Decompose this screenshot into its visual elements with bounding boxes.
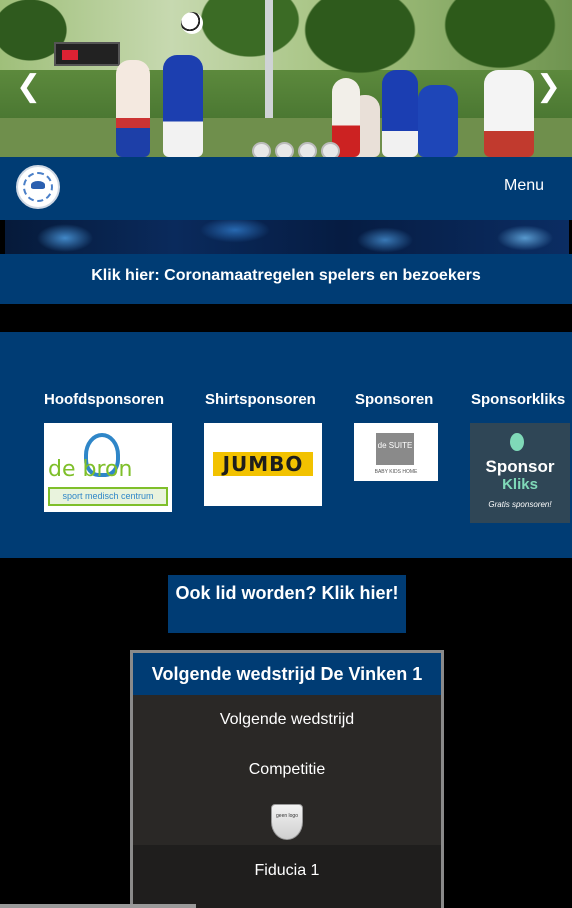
team-row: Fiducia 1 <box>133 845 441 908</box>
hero-slider[interactable]: ❮ ❯ <box>0 0 572 157</box>
corona-info-link[interactable]: Klik hier: Coronamaatregelen spelers en … <box>0 254 572 304</box>
become-member-button[interactable]: Ook lid worden? Klik hier! <box>168 575 406 633</box>
slider-dot[interactable] <box>252 142 271 157</box>
club-logo[interactable] <box>16 165 60 209</box>
menu-button[interactable]: Menu <box>504 177 544 195</box>
slide-player <box>484 70 534 157</box>
horizontal-scrollbar[interactable] <box>0 904 196 908</box>
ball-icon <box>181 12 203 34</box>
runner-icon <box>510 433 524 451</box>
chevron-right-icon[interactable]: ❯ <box>536 72 561 102</box>
slider-dot[interactable] <box>321 142 340 157</box>
opponent-team: Fiducia 1 <box>254 862 320 879</box>
next-match-header: Volgende wedstrijd De Vinken 1 <box>133 653 441 695</box>
heading-sponsorkliks: Sponsorkliks <box>471 391 566 408</box>
heading-shirtsponsoren: Shirtsponsoren <box>205 391 316 408</box>
sponsor-logo-de-bron[interactable]: de bron sport medisch centrum <box>44 423 172 512</box>
corona-banner-image <box>5 220 569 254</box>
shield-icon: geen logo <box>271 804 303 840</box>
top-nav: Menu <box>0 157 572 220</box>
next-match-widget: Volgende wedstrijd De Vinken 1 Volgende … <box>130 650 444 908</box>
sponsor-logo-de-suite[interactable]: de SUITE BABY KIDS HOME <box>354 423 438 481</box>
slide-scoreboard <box>54 42 120 66</box>
slide-player <box>163 55 203 157</box>
slide-player <box>418 85 458 157</box>
chevron-left-icon[interactable]: ❮ <box>16 72 41 102</box>
competition-label: Competitie <box>248 761 326 778</box>
heading-sponsoren: Sponsoren <box>355 391 434 408</box>
slide-player <box>382 70 418 157</box>
slider-dot[interactable] <box>298 142 317 157</box>
slide-player <box>116 60 150 157</box>
bird-icon <box>31 181 45 189</box>
slider-dot[interactable] <box>275 142 294 157</box>
slider-dots <box>252 142 340 157</box>
house-icon: de SUITE <box>376 433 414 465</box>
next-match-label: Volgende wedstrijd <box>219 711 355 728</box>
sponsors-section: Hoofdsponsoren Shirtsponsoren Sponsoren … <box>0 332 572 558</box>
sponsor-logo-jumbo[interactable]: JUMBO <box>204 423 322 506</box>
heading-hoofdsponsoren: Hoofdsponsoren <box>44 391 164 408</box>
sponsor-logo-sponsorkliks[interactable]: Sponsor Kliks Gratis sponsoren! <box>470 423 570 523</box>
